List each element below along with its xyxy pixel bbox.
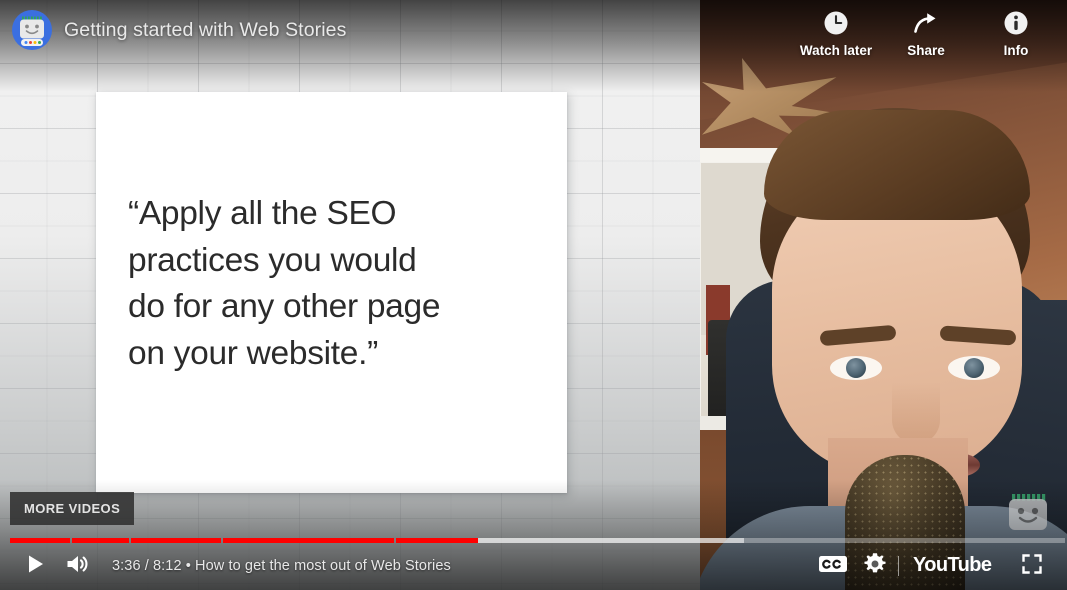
controls-row: 3:36 / 8:12 • How to get the most out of… <box>0 546 1067 590</box>
chapter-played <box>71 537 130 543</box>
top-actions: Watch later Share Info <box>791 4 1061 58</box>
chapter-played <box>395 537 479 543</box>
player-top-bar: Getting started with Web Stories Watch l… <box>0 0 1067 92</box>
watch-later-button[interactable]: Watch later <box>791 4 881 58</box>
presenter-iris-right <box>964 358 984 378</box>
presenter-eyebrow-right <box>939 325 1017 346</box>
youtube-video-player[interactable]: “Apply all the SEO practices you would d… <box>0 0 1067 590</box>
chapter-segment[interactable] <box>223 537 394 543</box>
settings-button[interactable] <box>854 545 896 587</box>
play-icon <box>23 552 47 581</box>
chapter-played <box>131 537 222 543</box>
presenter-eyebrow-left <box>819 324 897 347</box>
closed-captions-icon <box>818 553 848 580</box>
share-arrow-icon <box>913 10 939 36</box>
page-title: Getting started with Web Stories <box>64 18 347 41</box>
quote-card: “Apply all the SEO practices you would d… <box>96 92 567 493</box>
chapter-played <box>223 537 394 543</box>
chapter-segment[interactable] <box>10 537 70 543</box>
progress-bar[interactable] <box>10 534 1065 546</box>
volume-button[interactable] <box>56 545 98 587</box>
player-bottom-controls: 3:36 / 8:12 • How to get the most out of… <box>0 534 1067 590</box>
chapter-segment[interactable] <box>395 537 1065 543</box>
fullscreen-button[interactable] <box>1011 545 1053 587</box>
chapter-segments[interactable] <box>10 537 1065 543</box>
web-stories-robot-avatar-icon[interactable] <box>12 10 52 50</box>
youtube-logo-button[interactable]: YouTube <box>913 553 1005 580</box>
info-label: Info <box>1003 43 1029 58</box>
info-button[interactable]: Info <box>971 4 1061 58</box>
controls-divider <box>898 556 899 576</box>
chapter-segment[interactable] <box>131 537 222 543</box>
presenter-nose <box>892 382 940 444</box>
youtube-wordmark-icon: YouTube <box>913 553 1005 580</box>
presenter-hair-front <box>764 110 1030 220</box>
share-label: Share <box>907 43 945 58</box>
svg-text:YouTube: YouTube <box>913 554 992 575</box>
more-videos-button[interactable]: MORE VIDEOS <box>10 492 135 525</box>
presenter-eye-right <box>948 356 1000 380</box>
watch-later-label: Watch later <box>799 43 873 58</box>
time-and-chapter-display: 3:36 / 8:12 • How to get the most out of… <box>112 558 451 574</box>
play-button[interactable] <box>14 545 56 587</box>
web-stories-robot-watermark-icon[interactable] <box>1005 494 1051 532</box>
chapter-played <box>10 537 70 543</box>
quote-text: “Apply all the SEO practices you would d… <box>128 195 441 372</box>
chapter-segment[interactable] <box>71 537 130 543</box>
presenter-iris-left <box>846 358 866 378</box>
presenter-eye-left <box>830 356 882 380</box>
share-button[interactable]: Share <box>881 4 971 58</box>
info-circle-icon <box>1003 10 1029 36</box>
fullscreen-icon <box>1020 552 1044 581</box>
gear-icon <box>862 551 888 582</box>
subtitles-button[interactable] <box>812 545 854 587</box>
clock-icon <box>823 10 849 36</box>
volume-high-icon <box>64 551 90 582</box>
video-title-group[interactable]: Getting started with Web Stories <box>0 0 346 50</box>
